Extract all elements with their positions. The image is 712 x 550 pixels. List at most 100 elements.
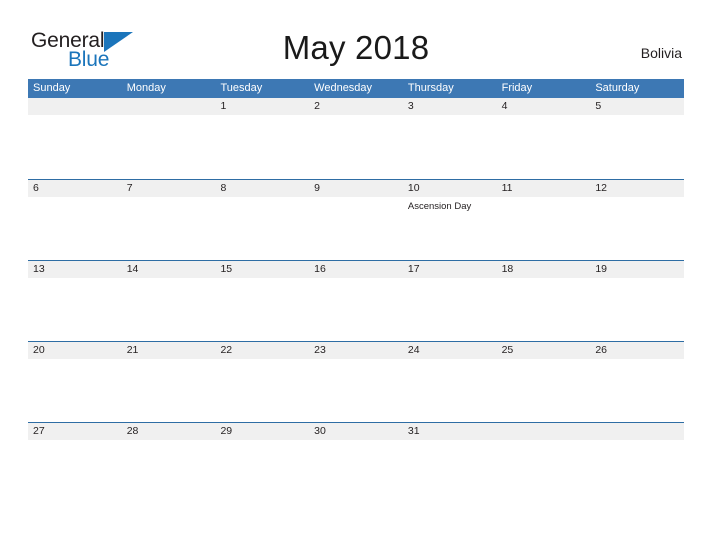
day-number-band <box>590 423 685 440</box>
weekday-header-sunday: Sunday <box>33 82 71 94</box>
calendar-day-cell[interactable]: 23 <box>309 342 403 422</box>
calendar-day-cell[interactable]: 18 <box>496 261 591 341</box>
calendar-day-cell[interactable]: 17 <box>402 261 497 341</box>
day-number-band: 28 <box>121 423 216 440</box>
calendar-day-cell[interactable]: 21 <box>121 342 216 422</box>
day-number: 27 <box>33 425 45 437</box>
calendar-day-cell-empty <box>28 98 122 179</box>
day-number-band: 13 <box>28 261 122 278</box>
day-number-band: 30 <box>309 423 403 440</box>
holiday-event-label: Ascension Day <box>407 201 472 212</box>
calendar-week-row: 27 28 29 30 31 <box>28 422 685 458</box>
country-label: Bolivia <box>640 45 682 61</box>
calendar-day-cell-empty <box>121 98 216 179</box>
calendar-day-cell[interactable]: 9 <box>309 180 403 260</box>
weekday-header-thursday: Thursday <box>407 82 454 94</box>
day-number: 11 <box>501 182 513 194</box>
day-number: 3 <box>407 100 414 112</box>
day-number: 10 <box>407 182 420 194</box>
calendar-week-row: 20 21 22 23 24 25 26 <box>28 341 685 422</box>
calendar-day-cell[interactable]: 26 <box>590 342 685 422</box>
page-header: General Blue May 2018 Bolivia <box>0 0 712 78</box>
day-number-band: 5 <box>590 98 685 115</box>
day-number-band: 20 <box>28 342 122 359</box>
calendar-week-row: 13 14 15 16 17 18 19 <box>28 260 685 341</box>
calendar-day-cell[interactable]: 10 Ascension Day <box>402 180 497 260</box>
day-number-band: 24 <box>402 342 497 359</box>
calendar-day-cell[interactable]: 25 <box>496 342 591 422</box>
calendar-day-cell[interactable]: 2 <box>309 98 403 179</box>
day-number-band: 10 <box>402 180 497 197</box>
calendar-day-cell[interactable]: 30 <box>309 423 403 458</box>
day-number: 30 <box>314 425 326 437</box>
weekday-header-tuesday: Tuesday <box>220 82 263 94</box>
day-number: 22 <box>220 344 233 356</box>
day-number-band: 31 <box>402 423 497 440</box>
calendar-day-cell[interactable]: 8 <box>215 180 310 260</box>
calendar-day-cell[interactable]: 20 <box>28 342 122 422</box>
day-number: 20 <box>33 344 45 356</box>
calendar-day-cell[interactable]: 28 <box>121 423 216 458</box>
calendar-day-cell[interactable]: 14 <box>121 261 216 341</box>
day-number-band <box>121 98 216 115</box>
calendar-day-cell[interactable]: 19 <box>590 261 685 341</box>
day-number: 29 <box>220 425 233 437</box>
day-number-band: 15 <box>215 261 310 278</box>
calendar-day-cell[interactable]: 7 <box>121 180 216 260</box>
day-number-band: 7 <box>121 180 216 197</box>
day-number: 17 <box>407 263 420 275</box>
day-number-band: 12 <box>590 180 685 197</box>
weekday-header-saturday: Saturday <box>595 82 640 94</box>
calendar-day-cell[interactable]: 3 <box>402 98 497 179</box>
day-number-band: 6 <box>28 180 122 197</box>
calendar-day-cell[interactable]: 24 <box>402 342 497 422</box>
day-number: 18 <box>501 263 514 275</box>
page-title: May 2018 <box>282 29 430 66</box>
calendar-day-cell[interactable]: 5 <box>590 98 685 179</box>
calendar-weeks: 1 2 3 4 5 6 7 8 9 10 Ascension Day 11 12 13 14 15 16 17 18… <box>28 98 685 458</box>
day-number-band <box>496 423 591 440</box>
calendar-day-cell[interactable]: 1 <box>215 98 310 179</box>
day-number-band: 9 <box>309 180 403 197</box>
day-number: 7 <box>126 182 133 194</box>
calendar-day-cell[interactable]: 15 <box>215 261 310 341</box>
day-number: 2 <box>314 100 320 112</box>
day-number-band: 2 <box>309 98 403 115</box>
day-number-band <box>28 98 122 115</box>
day-number: 23 <box>314 344 326 356</box>
weekday-header-monday: Monday <box>126 82 166 94</box>
day-number: 8 <box>220 182 227 194</box>
day-number: 25 <box>501 344 514 356</box>
calendar-day-cell[interactable]: 31 <box>402 423 497 458</box>
day-number: 31 <box>407 425 420 437</box>
calendar-day-cell[interactable]: 6 <box>28 180 122 260</box>
calendar-day-cell-empty <box>590 423 685 458</box>
day-number-band: 23 <box>309 342 403 359</box>
day-number-band: 1 <box>215 98 310 115</box>
day-number: 21 <box>126 344 139 356</box>
day-number-band: 16 <box>309 261 403 278</box>
calendar-day-cell[interactable]: 4 <box>496 98 591 179</box>
calendar-day-cell[interactable]: 27 <box>28 423 122 458</box>
day-number-band: 19 <box>590 261 685 278</box>
calendar-day-cell[interactable]: 22 <box>215 342 310 422</box>
calendar-day-cell-empty <box>496 423 591 458</box>
day-number-band: 8 <box>215 180 310 197</box>
calendar-day-cell[interactable]: 13 <box>28 261 122 341</box>
day-number: 28 <box>126 425 139 437</box>
calendar-week-row: 1 2 3 4 5 <box>28 98 685 179</box>
calendar-grid: Sunday Monday Tuesday Wednesday Thursday… <box>28 79 685 458</box>
calendar-day-cell[interactable]: 16 <box>309 261 403 341</box>
calendar-day-cell[interactable]: 12 <box>590 180 685 260</box>
calendar-day-cell[interactable]: 29 <box>215 423 310 458</box>
calendar-day-cell[interactable]: 11 <box>496 180 591 260</box>
day-number: 6 <box>33 182 39 194</box>
day-number: 1 <box>220 100 227 112</box>
day-number-band: 21 <box>121 342 216 359</box>
weekday-header-wednesday: Wednesday <box>314 82 373 94</box>
day-number: 4 <box>501 100 508 112</box>
day-number-band: 11 <box>496 180 591 197</box>
day-number: 24 <box>407 344 420 356</box>
calendar-page: General Blue May 2018 Bolivia Sunday Mon… <box>0 0 712 550</box>
day-number-band: 3 <box>402 98 497 115</box>
